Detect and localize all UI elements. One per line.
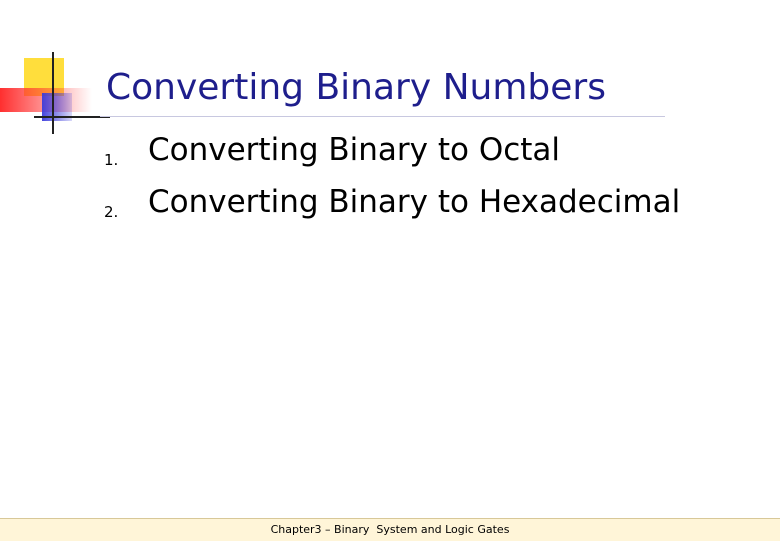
list-item-text: Converting Binary to Hexadecimal xyxy=(148,184,681,220)
slide-logo-decoration xyxy=(0,52,110,134)
footer-text: Chapter3 – Binary System and Logic Gates xyxy=(270,523,510,536)
list-item-number: 1. xyxy=(104,151,119,169)
slide-title: Converting Binary Numbers xyxy=(106,67,606,108)
slide-footer: Chapter3 – Binary System and Logic Gates xyxy=(0,518,780,541)
title-underline xyxy=(100,116,665,117)
list-item-text: Converting Binary to Octal xyxy=(148,132,561,168)
list-item-number: 2. xyxy=(104,203,119,221)
